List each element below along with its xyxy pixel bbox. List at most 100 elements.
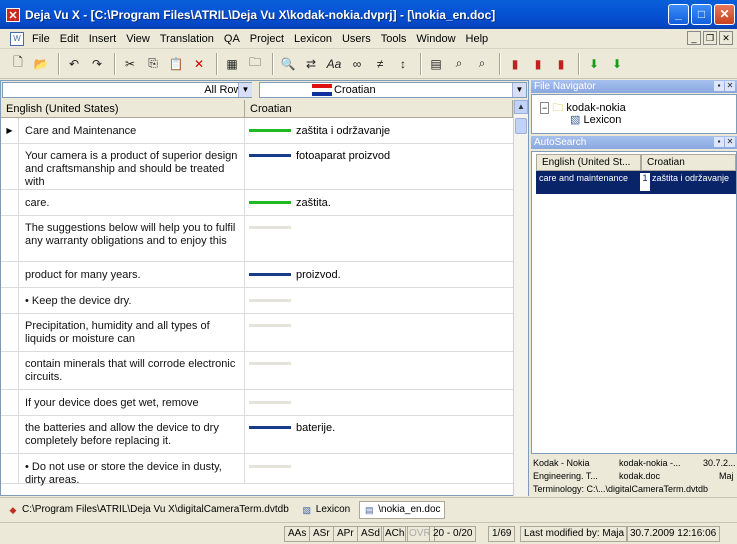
tab-document[interactable]: ▤ \nokia_en.doc (359, 500, 445, 519)
collapse-icon[interactable]: − (540, 102, 550, 114)
menu-window[interactable]: Window (416, 33, 455, 45)
source-cell[interactable]: the batteries and allow the device to dr… (25, 422, 240, 448)
row-marker[interactable] (1, 144, 19, 189)
minimize-button[interactable]: _ (668, 4, 689, 25)
row-marker[interactable] (1, 216, 19, 261)
tree-item-lexicon[interactable]: ▧ Lexicon (570, 113, 621, 126)
target-cell[interactable]: zaštita i održavanje (296, 125, 390, 138)
next-segment-icon[interactable]: ⬇ (584, 54, 604, 74)
propagate-all-icon[interactable]: ▮ (528, 54, 548, 74)
column-header-target[interactable]: Croatian (245, 100, 513, 118)
mdi-restore-button[interactable]: ❐ (703, 31, 717, 45)
autosearch-col-source[interactable]: English (United St... (536, 154, 641, 171)
menu-insert[interactable]: Insert (89, 33, 117, 45)
table-row[interactable]: • Do not use or store the device in dust… (1, 454, 513, 487)
open-icon[interactable]: 📂 (31, 54, 51, 74)
menu-file[interactable]: File (32, 33, 50, 45)
current-row-icon[interactable]: ▶ (1, 118, 19, 143)
menu-lexicon[interactable]: Lexicon (294, 33, 332, 45)
paste-icon[interactable]: 📋 (166, 54, 186, 74)
tab-lexicon[interactable]: ▧ Lexicon (298, 501, 353, 519)
mdi-close-button[interactable]: ✕ (719, 31, 733, 45)
status-asr[interactable]: ASr (309, 526, 334, 542)
lexicon-icon[interactable]: ▤ (426, 54, 446, 74)
scroll-thumb[interactable] (515, 118, 527, 134)
table-row[interactable]: product for many years. proizvod. (1, 262, 513, 288)
menu-translation[interactable]: Translation (160, 33, 214, 45)
autosearch-col-target[interactable]: Croatian (641, 154, 736, 171)
next-untranslated-icon[interactable]: ⬇ (607, 54, 627, 74)
source-cell[interactable]: The suggestions below will help you to f… (25, 222, 240, 248)
link-icon[interactable]: ∞ (347, 54, 367, 74)
table-row[interactable]: • Keep the device dry. (1, 288, 513, 314)
unlink-icon[interactable]: ≠ (370, 54, 390, 74)
assemble-icon[interactable]: ▮ (551, 54, 571, 74)
row-marker[interactable] (1, 390, 19, 415)
properties-icon[interactable]: ▦ (222, 54, 242, 74)
status-apr[interactable]: APr (333, 526, 358, 542)
source-cell[interactable]: contain minerals that will corrode elect… (25, 358, 240, 384)
row-marker[interactable] (1, 314, 19, 351)
table-row[interactable]: The suggestions below will help you to f… (1, 216, 513, 262)
table-row[interactable]: Precipitation, humidity and all types of… (1, 314, 513, 352)
row-marker[interactable] (1, 416, 19, 453)
source-cell[interactable]: • Do not use or store the device in dust… (25, 461, 240, 487)
status-aas[interactable]: AAs (284, 526, 311, 542)
pin-icon[interactable]: ▪ (714, 137, 724, 147)
undo-icon[interactable]: ↶ (64, 54, 84, 74)
table-row[interactable]: If your device does get wet, remove (1, 390, 513, 416)
title-bar[interactable]: ✕ Deja Vu X - [C:\Program Files\ATRIL\De… (0, 0, 737, 29)
source-cell[interactable]: care. (25, 197, 240, 210)
source-cell[interactable]: product for many years. (25, 269, 240, 282)
row-marker[interactable] (1, 190, 19, 215)
font-icon[interactable]: Aa (324, 54, 344, 74)
scan-icon[interactable]: ⌕ (449, 54, 469, 74)
pin-icon[interactable]: ▪ (714, 81, 724, 91)
menu-project[interactable]: Project (250, 33, 284, 45)
close-icon[interactable]: ✕ (725, 81, 735, 91)
copy-icon[interactable]: ⎘ (143, 54, 163, 74)
status-asd[interactable]: ASd (357, 526, 384, 542)
table-row[interactable]: care. zaštita. (1, 190, 513, 216)
scan-project-icon[interactable]: ⌕ (472, 54, 492, 74)
source-cell[interactable]: If your device does get wet, remove (25, 397, 240, 410)
chevron-down-icon[interactable]: ▼ (238, 83, 252, 97)
mdi-minimize-button[interactable]: _ (687, 31, 701, 45)
row-filter-select[interactable]: All Rows (2, 82, 252, 98)
tab-termbase[interactable]: ◆ C:\Program Files\ATRIL\Deja Vu X\digit… (4, 501, 292, 519)
document-icon[interactable]: W (10, 31, 24, 46)
grid-scrollbar[interactable]: ▲ (513, 100, 528, 496)
target-cell[interactable]: baterije. (296, 422, 335, 435)
table-row[interactable]: ▶ Care and Maintenance zaštita i održavanj… (1, 118, 513, 144)
source-cell[interactable]: Your camera is a product of superior des… (25, 150, 240, 189)
table-row[interactable]: Your camera is a product of superior des… (1, 144, 513, 190)
row-marker[interactable] (1, 288, 19, 313)
propagate-icon[interactable]: ▮ (505, 54, 525, 74)
cut-icon[interactable]: ✂ (120, 54, 140, 74)
autosearch-result[interactable]: care and maintenance 1 zaštita i održava… (536, 171, 736, 194)
target-cell[interactable]: proizvod. (296, 269, 341, 282)
menu-users[interactable]: Users (342, 33, 371, 45)
target-cell[interactable]: fotoaparat proizvod (296, 150, 390, 163)
delete-icon[interactable]: ✕ (189, 54, 209, 74)
close-icon[interactable]: ✕ (725, 137, 735, 147)
menu-edit[interactable]: Edit (60, 33, 79, 45)
source-cell[interactable]: Care and Maintenance (25, 125, 240, 138)
target-cell[interactable]: zaštita. (296, 197, 331, 210)
chevron-down-icon[interactable]: ▼ (512, 83, 526, 97)
table-row[interactable]: the batteries and allow the device to dr… (1, 416, 513, 454)
row-marker[interactable] (1, 262, 19, 287)
column-header-source[interactable]: English (United States) (1, 100, 245, 118)
source-cell[interactable]: Precipitation, humidity and all types of… (25, 320, 240, 346)
menu-help[interactable]: Help (466, 33, 489, 45)
menu-qa[interactable]: QA (224, 33, 240, 45)
menu-view[interactable]: View (126, 33, 150, 45)
row-marker[interactable] (1, 454, 19, 483)
sort-icon[interactable]: ↕ (393, 54, 413, 74)
row-marker[interactable] (1, 352, 19, 389)
replace-icon[interactable]: ⇄ (301, 54, 321, 74)
redo-icon[interactable]: ↷ (87, 54, 107, 74)
folder-icon[interactable]: 🗀 (245, 54, 265, 74)
new-icon[interactable]: 🗋 (8, 54, 28, 74)
table-row[interactable]: contain minerals that will corrode elect… (1, 352, 513, 390)
